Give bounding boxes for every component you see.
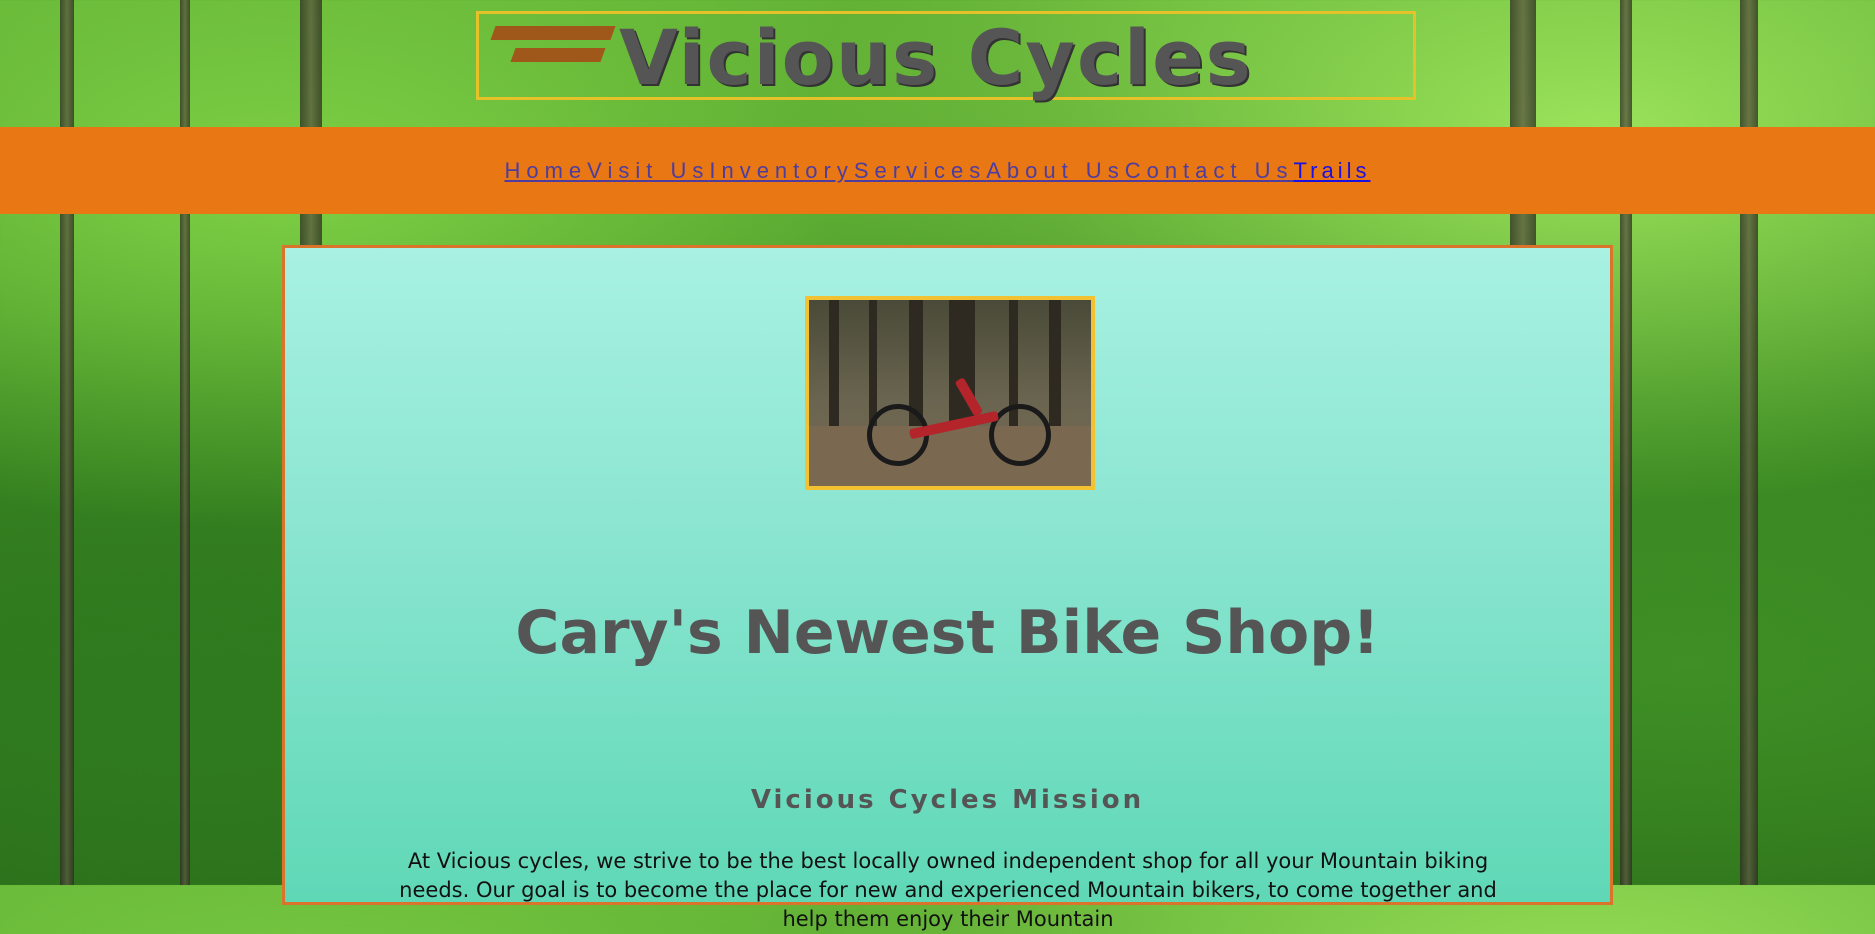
nav-link-visit-us[interactable]: Visit Us	[587, 158, 709, 184]
bike-photo	[805, 296, 1095, 490]
nav-link-about-us[interactable]: About Us	[986, 158, 1125, 184]
nav-link-services[interactable]: Services	[854, 158, 986, 184]
mission-text: At Vicious cycles, we strive to be the b…	[399, 849, 1497, 931]
nav-link-home[interactable]: Home	[504, 158, 587, 184]
logo-text: Vicious Cycles	[619, 13, 1253, 102]
site-logo[interactable]: Vicious Cycles	[476, 11, 1416, 100]
nav-link-trails[interactable]: Trails	[1294, 158, 1371, 184]
nav-link-contact-us[interactable]: Contact Us	[1125, 158, 1294, 184]
logo-stripes-icon	[490, 26, 616, 84]
main-content-card: Cary's Newest Bike Shop! Vicious Cycles …	[282, 245, 1613, 931]
main-navigation: Home Visit Us Inventory Services About U…	[0, 127, 1875, 214]
mission-title: Vicious Cycles Mission	[750, 784, 1145, 815]
page-headline: Cary's Newest Bike Shop!	[515, 598, 1380, 669]
nav-link-inventory[interactable]: Inventory	[709, 158, 854, 184]
